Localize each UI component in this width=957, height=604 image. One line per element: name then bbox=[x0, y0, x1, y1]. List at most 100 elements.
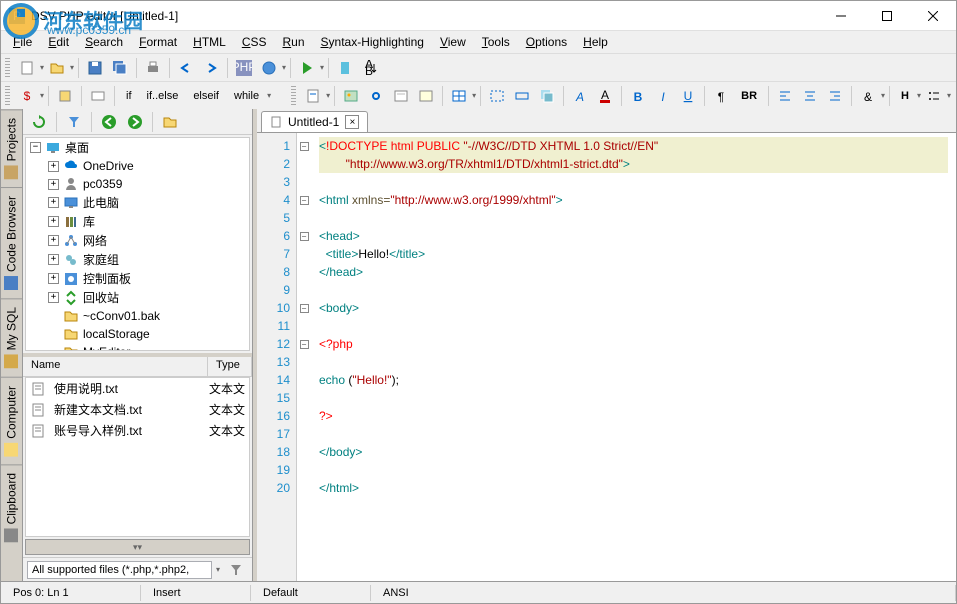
while-button[interactable]: while bbox=[227, 84, 266, 108]
dropdown-icon[interactable]: ▾ bbox=[40, 91, 44, 100]
list-item[interactable]: 账号导入样例.txt文本文 bbox=[26, 420, 249, 441]
span-button[interactable] bbox=[510, 84, 534, 108]
menu-tools[interactable]: Tools bbox=[474, 33, 518, 51]
font-button[interactable]: A bbox=[568, 84, 592, 108]
tree-root[interactable]: −桌面 bbox=[26, 138, 249, 157]
echo-button[interactable] bbox=[86, 84, 110, 108]
folder-tree[interactable]: −桌面+OneDrive+pc0359+此电脑+库+网络+家庭组+控制面板+回收… bbox=[25, 137, 250, 351]
tree-item[interactable]: localStorage bbox=[26, 325, 249, 343]
print-button[interactable] bbox=[141, 56, 165, 80]
tree-item[interactable]: +此电脑 bbox=[26, 193, 249, 212]
dropdown-icon[interactable]: ▾ bbox=[320, 63, 324, 72]
tab-close-button[interactable]: × bbox=[345, 115, 359, 129]
menu-html[interactable]: HTML bbox=[185, 33, 234, 51]
heading-button[interactable]: H bbox=[894, 84, 916, 108]
elseif-button[interactable]: elseif bbox=[186, 84, 226, 108]
undo-button[interactable] bbox=[174, 56, 198, 80]
run-button[interactable] bbox=[295, 56, 319, 80]
menu-file[interactable]: File bbox=[5, 33, 40, 51]
if-button[interactable]: if bbox=[119, 84, 139, 108]
dropdown-icon[interactable]: ▾ bbox=[267, 91, 271, 100]
color-button[interactable]: A bbox=[593, 84, 617, 108]
form-button[interactable] bbox=[389, 84, 413, 108]
menu-syntax-highlighting[interactable]: Syntax-Highlighting bbox=[313, 33, 432, 51]
table-button[interactable] bbox=[447, 84, 471, 108]
menu-css[interactable]: CSS bbox=[234, 33, 275, 51]
dropdown-icon[interactable]: ▾ bbox=[472, 91, 476, 100]
new-button[interactable] bbox=[15, 56, 39, 80]
dropdown-icon[interactable]: ▾ bbox=[947, 91, 951, 100]
tree-item[interactable]: MyEditor bbox=[26, 343, 249, 351]
menu-options[interactable]: Options bbox=[518, 33, 575, 51]
tree-item[interactable]: +回收站 bbox=[26, 288, 249, 307]
special-char-button[interactable]: & bbox=[856, 84, 880, 108]
list-button[interactable] bbox=[922, 84, 946, 108]
dropdown-icon[interactable]: ▾ bbox=[282, 63, 286, 72]
save-all-button[interactable] bbox=[108, 56, 132, 80]
code-editor[interactable]: 1234567891011121314151617181920 −−−−− <!… bbox=[257, 133, 956, 581]
list-item[interactable]: 使用说明.txt文本文 bbox=[26, 378, 249, 399]
div-button[interactable] bbox=[485, 84, 509, 108]
tree-item[interactable]: +OneDrive bbox=[26, 157, 249, 175]
align-right-button[interactable] bbox=[823, 84, 847, 108]
browser-button[interactable] bbox=[257, 56, 281, 80]
sort-button[interactable]: AB bbox=[358, 56, 382, 80]
back-button[interactable] bbox=[97, 110, 121, 134]
forward-button[interactable] bbox=[123, 110, 147, 134]
code-content[interactable]: <!DOCTYPE html PUBLIC "-//W3C//DTD XHTML… bbox=[311, 133, 956, 581]
tree-item[interactable]: +家庭组 bbox=[26, 250, 249, 269]
editor-tab[interactable]: Untitled-1 × bbox=[261, 111, 368, 132]
tree-item[interactable]: ~cConv01.bak bbox=[26, 307, 249, 325]
redo-button[interactable] bbox=[199, 56, 223, 80]
save-button[interactable] bbox=[83, 56, 107, 80]
image-button[interactable] bbox=[339, 84, 363, 108]
menu-format[interactable]: Format bbox=[131, 33, 185, 51]
menu-run[interactable]: Run bbox=[275, 33, 313, 51]
menu-view[interactable]: View bbox=[432, 33, 474, 51]
tree-item[interactable]: +控制面板 bbox=[26, 269, 249, 288]
minimize-button[interactable] bbox=[818, 1, 864, 31]
tree-item[interactable]: +pc0359 bbox=[26, 175, 249, 193]
menu-help[interactable]: Help bbox=[575, 33, 616, 51]
home-button[interactable] bbox=[158, 110, 182, 134]
open-button[interactable] bbox=[45, 56, 69, 80]
html-doc-button[interactable] bbox=[301, 84, 325, 108]
italic-button[interactable]: I bbox=[651, 84, 675, 108]
refresh-button[interactable] bbox=[27, 110, 51, 134]
sidetab-my-sql[interactable]: My SQL bbox=[1, 298, 22, 376]
align-center-button[interactable] bbox=[798, 84, 822, 108]
br-button[interactable]: BR bbox=[734, 84, 764, 108]
underline-button[interactable]: U bbox=[676, 84, 700, 108]
align-left-button[interactable] bbox=[773, 84, 797, 108]
link-button[interactable] bbox=[364, 84, 388, 108]
column-name[interactable]: Name bbox=[23, 357, 208, 376]
paragraph-button[interactable]: ¶ bbox=[709, 84, 733, 108]
dropdown-icon[interactable]: ▾ bbox=[40, 63, 44, 72]
file-list[interactable]: 使用说明.txt文本文新建文本文档.txt文本文账号导入样例.txt文本文 bbox=[25, 377, 250, 537]
filter-input[interactable] bbox=[27, 561, 212, 579]
sidetab-computer[interactable]: Computer bbox=[1, 377, 22, 465]
sidetab-clipboard[interactable]: Clipboard bbox=[1, 464, 22, 550]
dropdown-icon[interactable]: ▾ bbox=[70, 63, 74, 72]
filter-button[interactable] bbox=[62, 110, 86, 134]
filter-settings-button[interactable] bbox=[224, 558, 248, 582]
sidetab-projects[interactable]: Projects bbox=[1, 109, 22, 187]
collapse-handle[interactable]: ▾▾ bbox=[25, 539, 250, 555]
dropdown-icon[interactable]: ▾ bbox=[326, 91, 330, 100]
php-button[interactable]: PHP bbox=[232, 56, 256, 80]
block-button[interactable] bbox=[53, 84, 77, 108]
sidetab-code-browser[interactable]: Code Browser bbox=[1, 187, 22, 298]
layer-button[interactable] bbox=[535, 84, 559, 108]
tree-item[interactable]: +库 bbox=[26, 212, 249, 231]
tree-item[interactable]: +网络 bbox=[26, 231, 249, 250]
bold-button[interactable]: B bbox=[626, 84, 650, 108]
dropdown-icon[interactable]: ▾ bbox=[881, 91, 885, 100]
script-button[interactable] bbox=[414, 84, 438, 108]
dropdown-icon[interactable]: ▾ bbox=[917, 91, 921, 100]
var-button[interactable]: $ bbox=[15, 84, 39, 108]
maximize-button[interactable] bbox=[864, 1, 910, 31]
dropdown-icon[interactable]: ▾ bbox=[216, 565, 220, 574]
bookmark-button[interactable] bbox=[333, 56, 357, 80]
list-item[interactable]: 新建文本文档.txt文本文 bbox=[26, 399, 249, 420]
column-type[interactable]: Type bbox=[208, 357, 252, 376]
